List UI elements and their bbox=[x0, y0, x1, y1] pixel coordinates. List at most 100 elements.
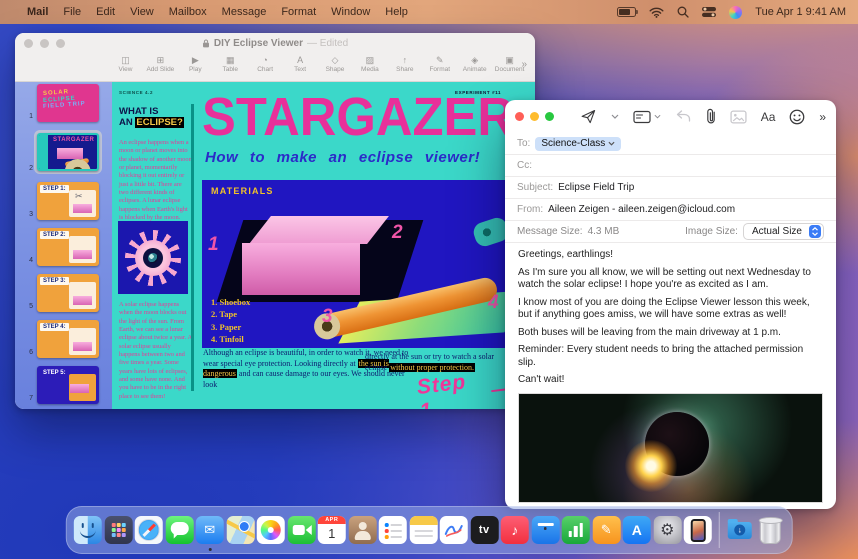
scissors-icon: ✂ bbox=[75, 191, 83, 201]
slide-thumbnail-6[interactable]: 6 STEP 4: bbox=[24, 320, 112, 358]
body-paragraph: Can't wait! bbox=[518, 374, 565, 385]
dock-finder[interactable] bbox=[73, 516, 102, 544]
dock-safari[interactable] bbox=[134, 516, 163, 544]
animate-button[interactable]: ◈ Animate bbox=[457, 55, 492, 73]
search-icon[interactable] bbox=[677, 6, 689, 18]
menu-item-mail[interactable]: Mail bbox=[27, 6, 48, 18]
dock-system-settings[interactable]: ⚙ bbox=[653, 516, 682, 544]
materials-label: MATERIALS bbox=[211, 186, 274, 196]
share-button[interactable]: ↑ Share bbox=[387, 55, 422, 73]
desktop-wallpaper: Mail File Edit View Mailbox Message Form… bbox=[0, 0, 858, 559]
subject-field[interactable]: Subject: Eclipse Field Trip bbox=[505, 177, 836, 199]
dock-reminders[interactable] bbox=[378, 516, 407, 544]
insert-photo-button[interactable] bbox=[730, 110, 747, 124]
chart-icon: ◔ bbox=[262, 55, 268, 65]
material-number-4: 4 bbox=[488, 292, 499, 313]
dock-mail[interactable]: ✉ bbox=[195, 516, 224, 551]
menu-item-message[interactable]: Message bbox=[222, 6, 267, 18]
shape-button[interactable]: ◇ Shape bbox=[318, 55, 353, 73]
shape-icon: ◇ bbox=[331, 55, 339, 65]
send-options-chevron[interactable] bbox=[611, 114, 619, 119]
attach-button[interactable] bbox=[706, 108, 716, 125]
menu-item-file[interactable]: File bbox=[63, 6, 81, 18]
header-fields-button[interactable] bbox=[633, 110, 661, 124]
table-icon: ▦ bbox=[225, 55, 235, 65]
lock-icon bbox=[202, 39, 209, 47]
dock-trash[interactable] bbox=[756, 516, 784, 544]
dock-apple-tv[interactable]: tv bbox=[470, 516, 499, 544]
slide-thumbnail-4[interactable]: 4 STEP 2: bbox=[24, 228, 112, 266]
materials-panel: MATERIALS 1 2 3 4 1. Shoebox 2. Tape 3. … bbox=[202, 180, 535, 348]
message-body[interactable]: Greetings, earthlings! As I'm sure you a… bbox=[505, 243, 836, 417]
eclipse-heading: WHAT IS AN ECLIPSE? bbox=[119, 106, 184, 129]
dock-downloads[interactable] bbox=[726, 516, 754, 544]
material-number-3: 3 bbox=[322, 306, 333, 327]
eclipse-photo-attachment[interactable] bbox=[518, 393, 823, 503]
dock-numbers[interactable] bbox=[561, 516, 590, 544]
menu-item-view[interactable]: View bbox=[130, 6, 154, 18]
more-toolbar-chevron[interactable]: » bbox=[819, 110, 826, 124]
dock-freeform[interactable] bbox=[439, 516, 468, 544]
control-center-icon[interactable] bbox=[702, 7, 717, 17]
table-button[interactable]: ▦ Table bbox=[213, 55, 248, 73]
menu-bar-clock[interactable]: Tue Apr 1 9:41 AM bbox=[755, 6, 846, 18]
eclipse-paragraph-1: An eclipse happens when a moon or planet… bbox=[119, 139, 192, 221]
slide-thumbnail-1[interactable]: 1 SOLAR ECLIPSE FIELD TRIP bbox=[24, 84, 112, 122]
to-field[interactable]: To: Science-Class bbox=[505, 133, 836, 155]
mail-toolbar[interactable]: Aa » bbox=[505, 100, 836, 133]
format-text-button[interactable]: Aa bbox=[761, 110, 776, 124]
keynote-titlebar[interactable]: DIY Eclipse Viewer — Edited bbox=[15, 33, 535, 53]
dock-contacts[interactable] bbox=[348, 516, 377, 544]
edited-label: — Edited bbox=[307, 37, 349, 49]
minimize-button[interactable] bbox=[530, 112, 539, 121]
shoebox-illustration bbox=[242, 243, 360, 295]
dock-notes[interactable] bbox=[409, 516, 438, 544]
menu-item-format[interactable]: Format bbox=[281, 6, 316, 18]
dock-messages[interactable] bbox=[165, 516, 194, 544]
chart-button[interactable]: ◔ Chart bbox=[248, 55, 283, 73]
slide-thumbnail-2-selected[interactable]: 2 STARGAZER bbox=[24, 130, 112, 174]
image-size-select[interactable]: Actual Size bbox=[742, 223, 824, 240]
reply-button[interactable] bbox=[675, 110, 692, 123]
text-button[interactable]: A Text bbox=[283, 55, 318, 73]
recipient-token[interactable]: Science-Class bbox=[535, 136, 622, 151]
dock-iphone-mirroring[interactable] bbox=[683, 516, 712, 544]
dock-maps[interactable] bbox=[226, 516, 255, 544]
add-slide-button[interactable]: ⊞ Add Slide bbox=[143, 55, 178, 73]
emoji-button[interactable] bbox=[789, 109, 805, 125]
menu-item-edit[interactable]: Edit bbox=[96, 6, 115, 18]
format-button[interactable]: ✎ Format bbox=[422, 55, 457, 73]
slide-thumbnail-3[interactable]: 3 STEP 1: ✂ bbox=[24, 182, 112, 220]
body-paragraph: Greetings, earthlings! bbox=[518, 249, 614, 260]
menu-item-mailbox[interactable]: Mailbox bbox=[169, 6, 207, 18]
menu-item-window[interactable]: Window bbox=[331, 6, 370, 18]
cc-field[interactable]: Cc: bbox=[505, 155, 836, 177]
close-button[interactable] bbox=[515, 112, 524, 121]
media-button[interactable]: ▨ Media bbox=[352, 55, 387, 73]
battery-icon[interactable] bbox=[617, 7, 639, 17]
dock-keynote[interactable] bbox=[531, 516, 560, 544]
slide-thumbnail-7[interactable]: 7 STEP 5: bbox=[24, 366, 112, 404]
play-button[interactable]: ▶ Play bbox=[178, 55, 213, 73]
column-divider bbox=[191, 104, 194, 391]
material-number-2: 2 bbox=[392, 222, 403, 243]
dock-launchpad[interactable] bbox=[104, 516, 133, 544]
dock-divider bbox=[718, 512, 720, 548]
dock-photos[interactable] bbox=[256, 516, 285, 544]
wifi-icon[interactable] bbox=[649, 7, 664, 18]
slide-canvas[interactable]: SCIENCE 4.2 EXPERIMENT #11 WHAT IS AN EC… bbox=[112, 82, 535, 409]
dock-facetime[interactable] bbox=[287, 516, 316, 544]
toolbar-overflow-chevron[interactable]: » bbox=[521, 59, 527, 70]
send-button[interactable] bbox=[580, 108, 597, 125]
dock-app-store[interactable]: A bbox=[622, 516, 651, 544]
siri-icon[interactable] bbox=[729, 5, 743, 19]
view-button[interactable]: ◫ View bbox=[108, 55, 143, 73]
dock-pages[interactable]: ✎ bbox=[592, 516, 621, 544]
chevron-down-icon bbox=[608, 141, 615, 146]
zoom-button[interactable] bbox=[545, 112, 554, 121]
from-field[interactable]: From: Aileen Zeigen - aileen.zeigen@iclo… bbox=[505, 199, 836, 221]
dock-music[interactable]: ♪ bbox=[500, 516, 529, 544]
menu-item-help[interactable]: Help bbox=[385, 6, 408, 18]
slide-thumbnail-5[interactable]: 5 STEP 3: bbox=[24, 274, 112, 312]
dock-calendar[interactable]: APR 1 bbox=[317, 516, 346, 544]
